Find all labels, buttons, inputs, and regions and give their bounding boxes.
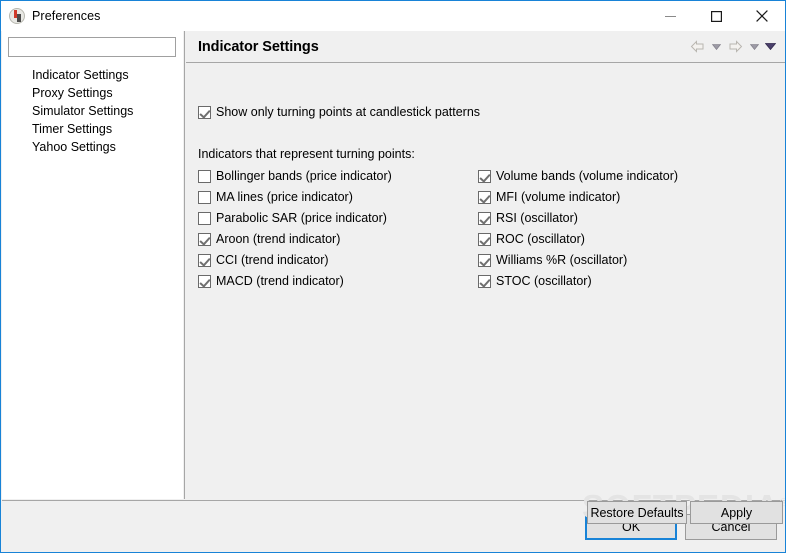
page-header: Indicator Settings [186,31,785,63]
close-button[interactable] [739,1,785,31]
indicator-row-stoc[interactable]: STOC (oscillator) [478,274,592,288]
parabolic-sar-checkbox[interactable] [198,211,211,225]
indicator-label: MFI (volume indicator) [496,190,621,204]
indicator-label: Aroon (trend indicator) [216,232,341,246]
sidebar-item-label: Timer Settings [32,122,113,136]
indicator-label: Volume bands (volume indicator) [496,169,679,183]
page-title: Indicator Settings [198,38,319,55]
aroon-checkbox[interactable] [198,232,211,246]
ma-lines-checkbox[interactable] [198,190,211,204]
mfi-checkbox[interactable] [478,190,491,204]
content-body: Show only turning points at candlestick … [186,63,785,525]
panel-splitter[interactable] [183,31,185,499]
back-arrow-icon [690,39,703,53]
window-controls [647,1,785,31]
preferences-window: Preferences Indicator Settings Proxy Set… [0,0,786,553]
title-bar: Preferences [1,1,785,31]
indicators-group-caption: Indicators that represent turning points… [198,147,415,161]
indicator-row-mfi[interactable]: MFI (volume indicator) [478,190,620,204]
indicator-row-rsi[interactable]: RSI (oscillator) [478,211,578,225]
indicator-row-ma-lines[interactable]: MA lines (price indicator) [198,190,353,204]
apply-button[interactable]: Apply [690,501,783,524]
cci-checkbox[interactable] [198,253,211,267]
williams-r-checkbox[interactable] [478,253,491,267]
view-menu-button[interactable] [763,37,777,57]
minimize-icon [664,15,676,17]
stoc-checkbox[interactable] [478,274,491,288]
sidebar-item-label: Simulator Settings [32,104,134,118]
forward-history-button[interactable] [747,37,761,57]
settings-tree-panel: Indicator Settings Proxy Settings Simula… [2,31,183,499]
show-turning-points-checkbox-row[interactable]: Show only turning points at candlestick … [198,105,480,119]
indicator-row-parabolic-sar[interactable]: Parabolic SAR (price indicator) [198,211,387,225]
back-button[interactable] [687,37,707,57]
indicator-row-macd[interactable]: MACD (trend indicator) [198,274,344,288]
content-panel: Indicator Settings Show only turning poi… [186,31,785,525]
indicator-row-aroon[interactable]: Aroon (trend indicator) [198,232,340,246]
macd-checkbox[interactable] [198,274,211,288]
page-navigation [687,37,777,57]
indicator-label: RSI (oscillator) [496,211,578,225]
restore-defaults-button[interactable]: Restore Defaults [587,501,687,524]
indicator-label: ROC (oscillator) [496,232,585,246]
sidebar-item-label: Proxy Settings [32,86,113,100]
sidebar-item-proxy-settings[interactable]: Proxy Settings [2,84,183,102]
indicator-label: MACD (trend indicator) [216,274,344,288]
filter-input[interactable] [8,37,176,57]
indicator-label: Williams %R (oscillator) [496,253,628,267]
back-dropdown-caret-icon [711,43,721,50]
rsi-checkbox[interactable] [478,211,491,225]
indicator-row-cci[interactable]: CCI (trend indicator) [198,253,329,267]
sidebar-item-label: Yahoo Settings [32,140,116,154]
indicator-label: CCI (trend indicator) [216,253,329,267]
sidebar-item-yahoo-settings[interactable]: Yahoo Settings [2,138,183,156]
indicator-label: MA lines (price indicator) [216,190,353,204]
indicator-row-williams-r[interactable]: Williams %R (oscillator) [478,253,627,267]
sidebar-item-indicator-settings[interactable]: Indicator Settings [2,66,183,84]
app-icon [9,8,25,24]
window-title: Preferences [32,8,101,23]
maximize-button[interactable] [693,1,739,31]
indicator-label: Parabolic SAR (price indicator) [216,211,387,225]
indicator-row-roc[interactable]: ROC (oscillator) [478,232,585,246]
back-history-button[interactable] [709,37,723,57]
maximize-icon [710,10,722,22]
show-turning-points-label: Show only turning points at candlestick … [216,105,481,119]
sidebar-item-simulator-settings[interactable]: Simulator Settings [2,102,183,120]
indicator-row-volume-bands[interactable]: Volume bands (volume indicator) [478,169,678,183]
roc-checkbox[interactable] [478,232,491,246]
forward-dropdown-caret-icon [749,43,759,50]
forward-arrow-icon [729,39,742,53]
volume-bands-checkbox[interactable] [478,169,491,183]
bollinger-bands-checkbox[interactable] [198,169,211,183]
indicator-row-bollinger-bands[interactable]: Bollinger bands (price indicator) [198,169,392,183]
sidebar-item-label: Indicator Settings [32,68,129,82]
indicator-label: STOC (oscillator) [496,274,592,288]
show-turning-points-checkbox[interactable] [198,105,211,119]
sidebar-item-timer-settings[interactable]: Timer Settings [2,120,183,138]
menu-caret-icon [764,43,776,50]
close-icon [756,10,768,22]
settings-tree-list: Indicator Settings Proxy Settings Simula… [2,66,183,156]
minimize-button[interactable] [647,1,693,31]
forward-button[interactable] [725,37,745,57]
indicator-label: Bollinger bands (price indicator) [216,169,392,183]
